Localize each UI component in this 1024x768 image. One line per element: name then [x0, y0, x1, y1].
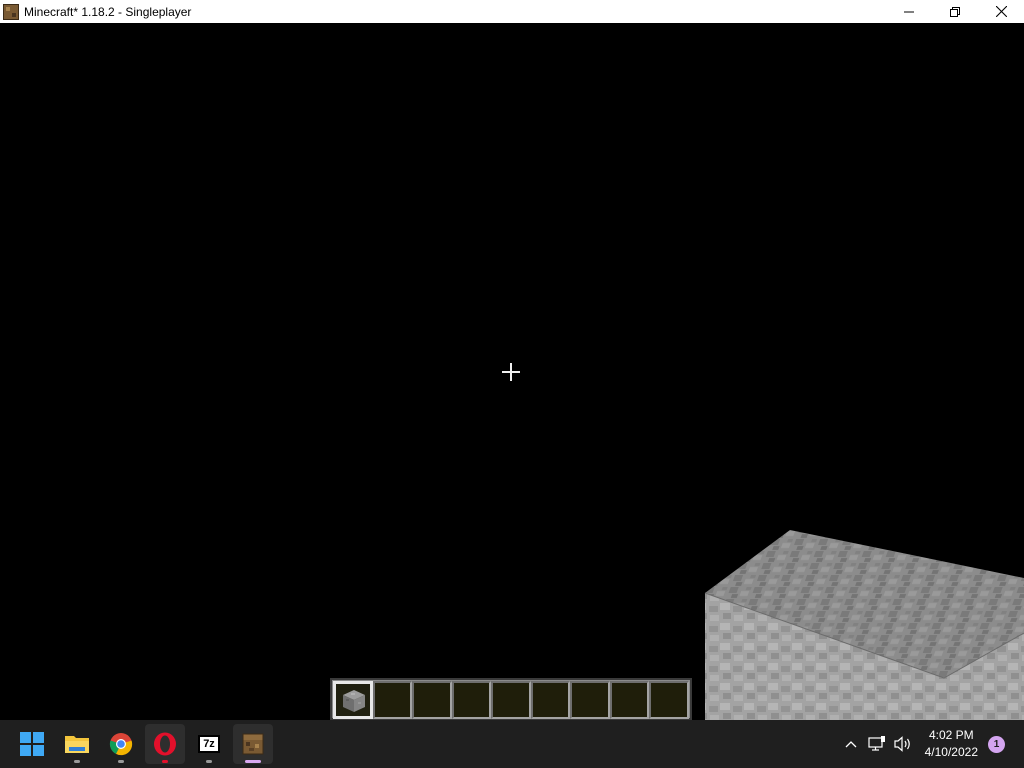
restore-icon — [950, 6, 960, 17]
taskbar-minecraft[interactable] — [233, 724, 273, 764]
running-indicator — [162, 760, 168, 763]
network-icon — [868, 736, 885, 751]
hotbar-slot-9[interactable] — [649, 681, 689, 719]
minimize-icon — [904, 11, 914, 12]
clock-time: 4:02 PM — [928, 728, 974, 742]
chevron-up-icon — [845, 741, 857, 748]
opera-icon — [154, 732, 176, 756]
restore-button[interactable] — [932, 0, 978, 23]
minecraft-icon — [242, 733, 264, 755]
taskbar-file-explorer[interactable] — [57, 724, 97, 764]
hotbar-slot-3[interactable] — [412, 681, 452, 719]
taskbar: 7z 4:02 PM 4/10/2022 1 — [0, 720, 1024, 768]
hotbar-slot-2[interactable] — [372, 681, 413, 719]
network-button[interactable] — [865, 732, 889, 756]
volume-button[interactable] — [891, 732, 915, 756]
hotbar-slot-5[interactable] — [491, 681, 531, 719]
close-button[interactable] — [978, 0, 1024, 23]
taskbar-7zip[interactable]: 7z — [189, 724, 229, 764]
start-button[interactable] — [12, 724, 52, 764]
running-indicator — [74, 760, 80, 763]
minecraft-grass-block-icon — [3, 3, 19, 20]
windows-start-icon — [20, 732, 44, 756]
running-indicator — [245, 760, 261, 763]
game-viewport[interactable] — [0, 23, 1024, 720]
taskbar-opera[interactable] — [145, 724, 185, 764]
screen: Minecraft* 1.18.2 - Singleplayer 7z 4:02… — [0, 0, 1024, 768]
crosshair-icon — [502, 363, 520, 381]
notification-badge[interactable]: 1 — [988, 735, 1005, 753]
window-controls — [886, 0, 1024, 23]
window-title: Minecraft* 1.18.2 - Singleplayer — [24, 4, 192, 19]
hotbar-slot-4[interactable] — [451, 681, 492, 719]
hotbar — [330, 678, 692, 720]
window-titlebar[interactable]: Minecraft* 1.18.2 - Singleplayer — [0, 0, 1024, 23]
stone-block-icon — [343, 690, 365, 712]
hotbar-slot-1[interactable] — [333, 681, 373, 719]
clock-date: 4/10/2022 — [924, 745, 978, 759]
folder-icon — [65, 736, 89, 753]
close-icon — [995, 6, 1007, 17]
minimize-button[interactable] — [886, 0, 932, 23]
7zip-label: 7z — [203, 738, 215, 750]
running-indicator — [118, 760, 124, 763]
hotbar-slot-6[interactable] — [530, 681, 571, 719]
show-hidden-icons-button[interactable] — [839, 732, 863, 756]
hotbar-slot-7[interactable] — [570, 681, 610, 719]
volume-icon — [894, 736, 910, 752]
hotbar-slot-8[interactable] — [609, 681, 650, 719]
clock[interactable]: 4:02 PM 4/10/2022 — [925, 727, 978, 761]
system-tray: 4:02 PM 4/10/2022 1 — [839, 720, 1024, 768]
taskbar-chrome[interactable] — [101, 724, 141, 764]
7zip-icon: 7z — [198, 735, 220, 753]
running-indicator — [206, 760, 212, 763]
chrome-icon — [109, 733, 133, 756]
